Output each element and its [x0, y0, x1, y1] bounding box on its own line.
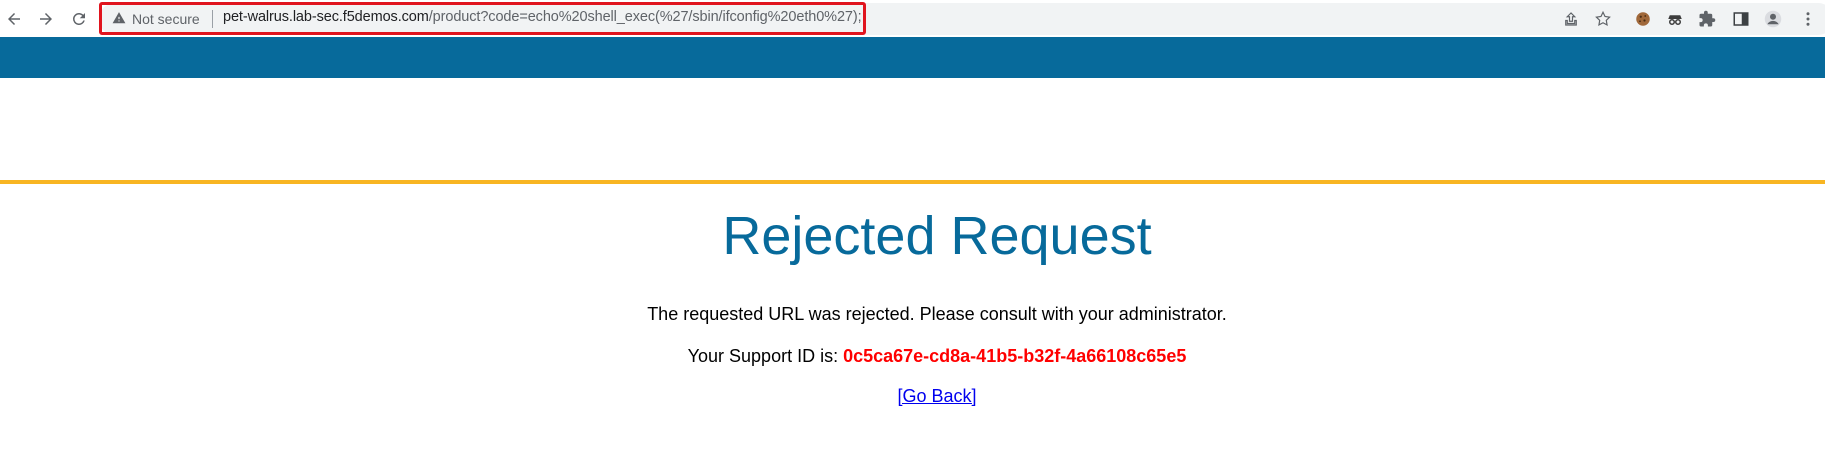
page-title: Rejected Request	[722, 206, 1152, 266]
cookie-extension-icon[interactable]	[1629, 5, 1657, 33]
support-id-label: Your Support ID is:	[687, 346, 844, 366]
browser-toolbar: Not secure pet-walrus.lab-sec.f5demos.co…	[0, 0, 1825, 37]
go-back-container: [Go Back]	[0, 386, 1825, 407]
star-icon[interactable]	[1589, 5, 1617, 33]
back-icon[interactable]	[0, 5, 28, 33]
share-icon[interactable]	[1557, 5, 1585, 33]
reload-icon[interactable]	[65, 5, 93, 33]
support-id-line: Your Support ID is: 0c5ca67e-cd8a-41b5-b…	[0, 346, 1825, 367]
accent-rule	[0, 180, 1825, 184]
spy-extension-icon[interactable]	[1661, 5, 1689, 33]
url-highlight-box	[99, 2, 866, 35]
header-bar	[0, 37, 1825, 78]
extensions-puzzle-icon[interactable]	[1693, 5, 1721, 33]
support-id-value: 0c5ca67e-cd8a-41b5-b32f-4a66108c65e5	[843, 346, 1187, 366]
side-panel-icon[interactable]	[1727, 5, 1755, 33]
menu-icon[interactable]	[1794, 5, 1822, 33]
go-back-link[interactable]: [Go Back]	[897, 386, 976, 406]
profile-icon[interactable]	[1759, 5, 1787, 33]
forward-icon[interactable]	[32, 5, 60, 33]
rejection-message: The requested URL was rejected. Please c…	[647, 304, 1227, 324]
